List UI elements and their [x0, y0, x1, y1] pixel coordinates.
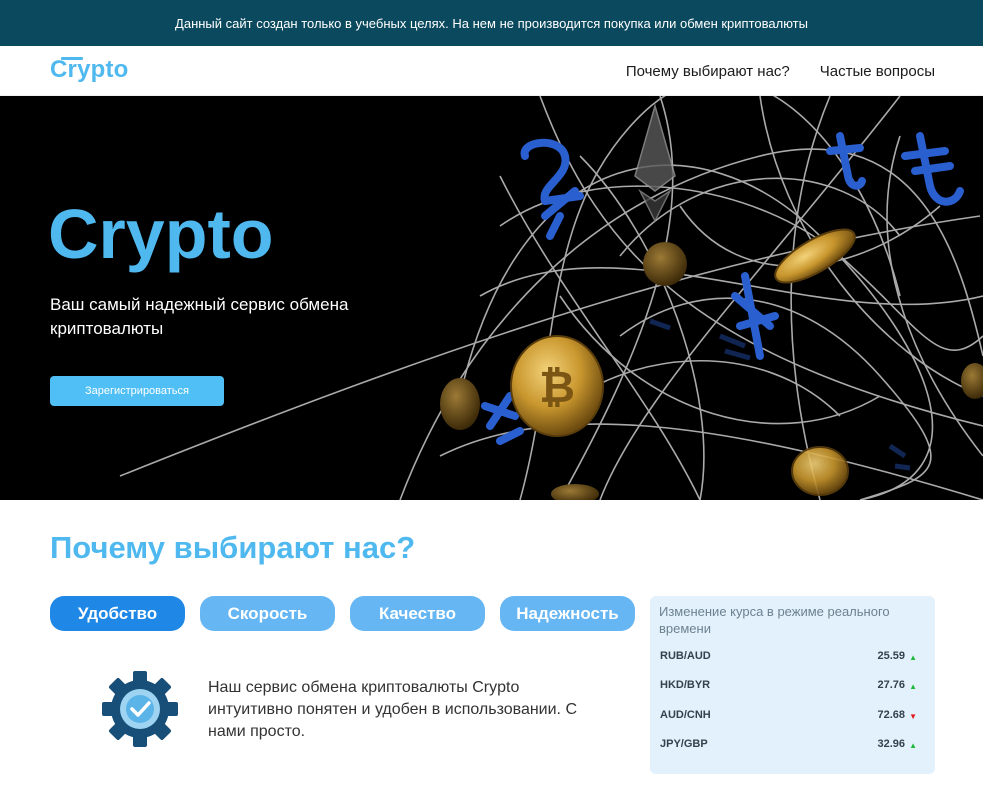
rate-row: HKD/BYR 27.76 ▲ — [660, 679, 926, 695]
rate-value: 32.96 — [877, 738, 905, 750]
rate-row: JPY/GBP 32.96 ▲ — [660, 738, 926, 754]
rate-pair: HKD/BYR — [660, 679, 711, 691]
disclaimer-banner: Данный сайт создан только в учебных целя… — [0, 0, 983, 46]
site-logo[interactable]: Crypto — [50, 56, 129, 84]
exchange-rates-widget: Изменение курса в режиме реального време… — [650, 596, 935, 774]
trend-up-icon: ▲ — [909, 653, 917, 662]
rate-pair: RUB/AUD — [660, 650, 711, 662]
rate-pair: AUD/CNH — [660, 709, 711, 721]
navbar: Crypto Почему выбирают нас? Частые вопро… — [0, 46, 983, 96]
trend-down-icon: ▼ — [909, 712, 917, 721]
tab-convenience[interactable]: Удобство — [50, 596, 185, 631]
logo-text: Crypto — [50, 56, 129, 83]
logo-accent-bar — [61, 57, 83, 60]
svg-text:₿: ₿ — [539, 362, 575, 413]
trend-up-icon: ▲ — [909, 741, 917, 750]
rate-value: 72.68 — [877, 709, 905, 721]
rate-pair: JPY/GBP — [660, 738, 708, 750]
hero-title: Crypto — [48, 195, 274, 273]
tab-quality[interactable]: Качество — [350, 596, 485, 631]
nav-link-why-us[interactable]: Почему выбирают нас? — [626, 63, 790, 80]
rate-row: AUD/CNH 72.68 ▼ — [660, 709, 926, 725]
hero-subtitle: Ваш самый надежный сервис обмена криптов… — [50, 295, 349, 338]
tab-reliability[interactable]: Надежность — [500, 596, 635, 631]
nav-links: Почему выбирают нас? Частые вопросы — [626, 46, 935, 96]
hero-section: ₿ Crypto Ваш самый надежный сервис обмен… — [0, 96, 983, 500]
register-button[interactable]: Зарегистрироваться — [50, 376, 224, 406]
rate-row: RUB/AUD 25.59 ▲ — [660, 650, 926, 666]
why-us-heading: Почему выбирают нас? — [50, 530, 416, 565]
rate-value: 27.76 — [877, 679, 905, 691]
rate-value: 25.59 — [877, 650, 905, 662]
gear-check-icon — [102, 671, 178, 747]
nav-link-faq[interactable]: Частые вопросы — [820, 63, 935, 80]
trend-up-icon: ▲ — [909, 682, 917, 691]
feature-description: Наш сервис обмена криптовалюты Crypto ин… — [208, 679, 577, 740]
rates-title: Изменение курса в режиме реального време… — [659, 604, 890, 636]
tab-speed[interactable]: Скорость — [200, 596, 335, 631]
